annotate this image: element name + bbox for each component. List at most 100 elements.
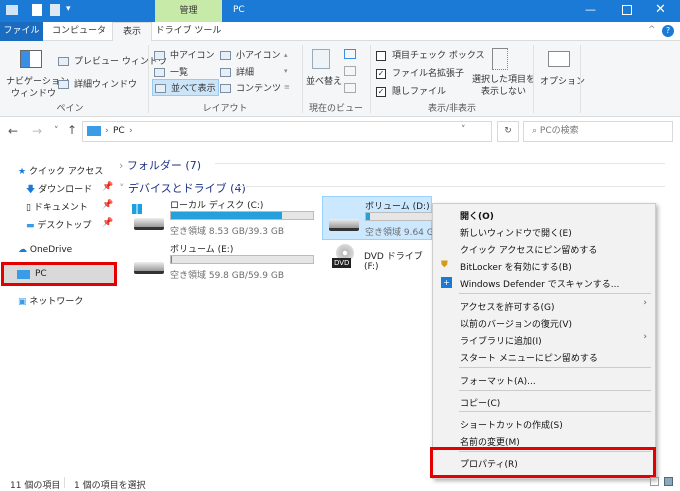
sidebar-item-onedrive[interactable]: ☁ OneDrive (18, 245, 72, 255)
file-extension-toggle[interactable]: ✓ ファイル名拡張子 (376, 66, 464, 79)
details-pane-label: 詳細ウィンドウ (74, 80, 138, 90)
menu-item-open-new-window[interactable]: 新しいウィンドウで開く(E) (460, 226, 572, 239)
item-checkbox-toggle[interactable]: 項目チェック ボックス (376, 48, 485, 61)
menu-item-open[interactable]: 開く(O) (460, 209, 494, 222)
back-button[interactable]: ← (8, 124, 18, 138)
label: デバイスとドライブ (4) (128, 182, 246, 195)
preview-pane-button[interactable]: プレビュー ウィンドウ (58, 54, 167, 67)
preview-pane-icon (58, 57, 69, 66)
details-view-icon[interactable] (650, 477, 659, 486)
group-by-icon[interactable] (344, 49, 356, 59)
menu-item-bitlocker[interactable]: BitLocker を有効にする(B) (460, 260, 572, 273)
content-icon (220, 84, 231, 93)
sidebar-item-quick-access[interactable]: ★ クイック アクセス (18, 164, 103, 177)
add-columns-icon[interactable] (344, 66, 356, 76)
drive-f[interactable]: DVD DVD ドライブ (F:) (322, 240, 432, 284)
tab-computer[interactable]: コンピューター (48, 22, 110, 55)
drive-name: DVD ドライブ (F:) (364, 252, 423, 272)
menu-item-give-access[interactable]: アクセスを許可する(G) (460, 300, 555, 313)
pin-icon[interactable]: 📌 (102, 200, 113, 210)
sort-icon (312, 49, 330, 69)
forward-button[interactable]: → (32, 124, 42, 138)
collapse-ribbon-icon[interactable]: ^ (648, 25, 656, 35)
checkbox-checked[interactable]: ✓ (376, 68, 386, 79)
tab-file[interactable]: ファイル (0, 22, 43, 41)
usage-bar (170, 211, 314, 220)
tab-view[interactable]: 表示 (112, 22, 152, 41)
submenu-arrow-icon: › (643, 332, 647, 342)
layout-scroll[interactable]: ▴ ▾ ≡ (284, 47, 290, 95)
address-dropdown-icon[interactable]: ˅ (461, 125, 466, 135)
group-folders[interactable]: › フォルダー (7) (119, 157, 201, 173)
menu-item-restore-versions[interactable]: 以前のバージョンの復元(V) (460, 317, 572, 330)
chevron-right-icon[interactable]: › (129, 126, 133, 136)
layout-details[interactable]: 詳細 (220, 65, 254, 78)
usage-bar (365, 212, 435, 221)
sort-button[interactable]: 並べ替え (306, 74, 342, 87)
pin-icon[interactable]: 📌 (102, 182, 113, 192)
defender-icon: + (441, 277, 452, 288)
minimize-button[interactable]: — (585, 3, 596, 16)
layout-tiles[interactable]: 並べて表示 (152, 79, 219, 96)
label: ネットワーク (29, 297, 84, 307)
menu-item-copy[interactable]: コピー(C) (460, 396, 500, 409)
sidebar-item-network[interactable]: ▣ ネットワーク (18, 294, 83, 307)
menu-item-add-library[interactable]: ライブラリに追加(I) (460, 334, 542, 347)
drive-d[interactable]: ボリューム (D:) 空き領域 9.64 GB (322, 196, 440, 240)
pc-icon (6, 5, 18, 15)
address-bar[interactable]: › PC › ˅ (82, 121, 492, 142)
properties-icon[interactable] (32, 4, 42, 16)
close-button[interactable]: ✕ (655, 2, 666, 17)
label: フォルダー (7) (126, 159, 201, 172)
layout-small-icons[interactable]: 小アイコン (220, 48, 281, 61)
hide-selected-button[interactable]: 選択した項目を 表示しない (472, 74, 535, 98)
drive-e[interactable]: ボリューム (E:) 空き領域 59.8 GB/59.9 GB (128, 240, 318, 284)
submenu-arrow-icon: › (643, 298, 647, 308)
menu-item-pin-quick-access[interactable]: クイック アクセスにピン留めする (460, 243, 597, 256)
sidebar-item-downloads[interactable]: 🡇 ダウンロード (26, 182, 92, 198)
usage-fill (366, 213, 371, 220)
layout-content[interactable]: コンテンツ (220, 81, 281, 94)
pin-icon[interactable]: 📌 (102, 218, 113, 228)
refresh-button[interactable]: ↻ (497, 121, 519, 142)
maximize-button[interactable] (622, 5, 632, 15)
group-devices[interactable]: ˅ デバイスとドライブ (4) (119, 180, 246, 196)
large-icons-view-icon[interactable] (664, 477, 673, 486)
manage-context-tab[interactable]: 管理 (155, 0, 222, 22)
drive-c[interactable]: ローカル ディスク (C:) 空き領域 8.53 GB/39.3 GB (128, 196, 318, 240)
label: ドキュメント (33, 203, 88, 213)
usage-fill (171, 212, 282, 219)
label: コンテンツ (236, 84, 282, 94)
help-icon[interactable]: ? (662, 25, 674, 37)
tab-drive-tools[interactable]: ドライブ ツール (155, 22, 222, 41)
up-button[interactable]: ↑ (67, 123, 77, 137)
options-button[interactable]: オプション (540, 74, 585, 87)
group-pane: ペイン (56, 104, 84, 114)
menu-separator (459, 367, 651, 368)
layout-list[interactable]: 一覧 (154, 65, 188, 78)
menu-item-pin-start[interactable]: スタート メニューにピン留めする (460, 351, 598, 364)
navigation-pane-label2[interactable]: ウィンドウ (11, 86, 56, 99)
sidebar-item-documents[interactable]: ▯ ドキュメント (26, 200, 88, 213)
menu-item-format[interactable]: フォーマット(A)... (460, 374, 536, 387)
layout-medium-icons[interactable]: 中アイコン (154, 48, 215, 61)
size-columns-icon[interactable] (344, 83, 356, 93)
breadcrumb-pc[interactable]: PC (113, 126, 125, 136)
checkbox[interactable] (376, 50, 386, 61)
group-layout: レイアウト (202, 104, 248, 114)
label: デスクトップ (37, 221, 92, 231)
recent-dropdown[interactable]: ˅ (54, 126, 59, 136)
hidden-files-toggle[interactable]: ✓ 隠しファイル (376, 84, 446, 97)
menu-item-defender-scan[interactable]: Windows Defender でスキャンする... (460, 277, 619, 290)
hard-drive-icon (329, 219, 359, 231)
cloud-icon: ☁ (18, 245, 27, 255)
windows-logo-icon (132, 204, 142, 214)
menu-item-create-shortcut[interactable]: ショートカットの作成(S) (460, 418, 563, 431)
search-input[interactable]: ⌕ PCの検索 (523, 121, 673, 142)
checkbox-checked[interactable]: ✓ (376, 86, 386, 97)
qat-dropdown-icon[interactable]: ▾ (66, 4, 71, 14)
details-pane-button[interactable]: 詳細ウィンドウ (58, 77, 137, 90)
new-folder-icon[interactable] (50, 4, 60, 16)
sidebar-item-desktop[interactable]: ▬ デスクトップ (26, 218, 91, 231)
ribbon: ナビゲーション ウィンドウ プレビュー ウィンドウ 詳細ウィンドウ ペイン 中ア… (0, 41, 680, 117)
